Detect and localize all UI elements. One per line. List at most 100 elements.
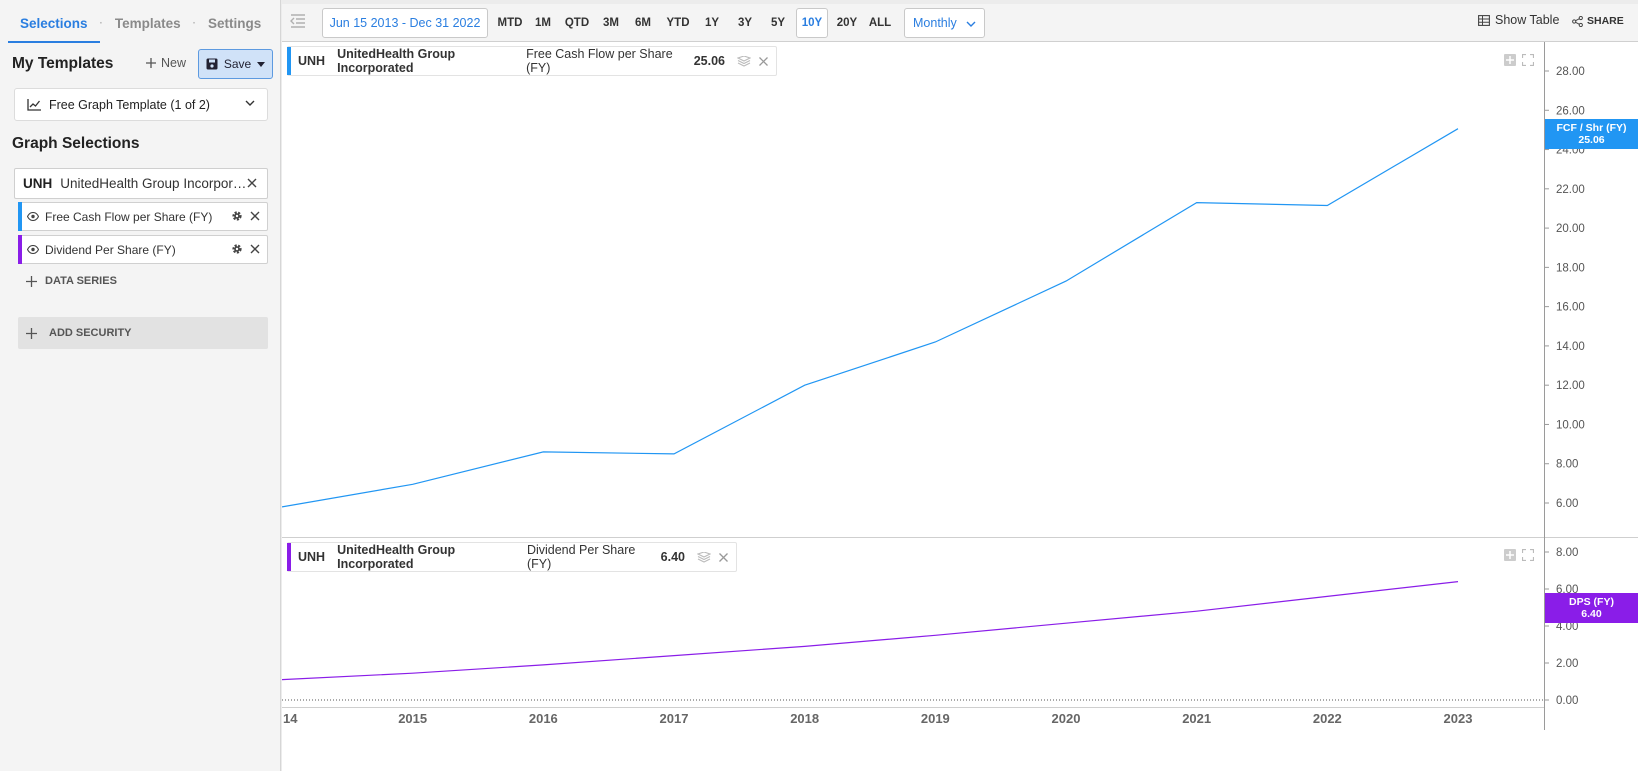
- period-10y[interactable]: 10Y: [796, 8, 828, 38]
- x-tick-label: 2022: [1313, 711, 1342, 726]
- my-templates-heading: My Templates: [12, 55, 114, 72]
- period-ytd[interactable]: YTD: [660, 8, 696, 38]
- frequency-label: Monthly: [913, 16, 957, 30]
- series-label: Dividend Per Share (FY): [45, 242, 176, 257]
- y-tick-label: 8.00: [1556, 547, 1578, 559]
- series-item-fcf[interactable]: Free Cash Flow per Share (FY): [18, 202, 268, 231]
- sidebar-tabs: Selections · Templates · Settings: [8, 4, 278, 43]
- pane-controls: [1504, 54, 1534, 66]
- add-security-button[interactable]: ADD SECURITY: [18, 317, 268, 349]
- show-table-button[interactable]: Show Table: [1478, 13, 1559, 27]
- data-series-label: DATA SERIES: [45, 275, 117, 287]
- series-label: Free Cash Flow per Share (FY): [45, 209, 213, 224]
- share-button[interactable]: SHARE: [1572, 15, 1624, 27]
- remove-series-icon[interactable]: [250, 243, 260, 255]
- x-tick-label: 14: [283, 711, 298, 726]
- x-tick-label: 2018: [790, 711, 819, 726]
- period-20y[interactable]: 20Y: [830, 8, 864, 38]
- value-tag-fcf: FCF / Shr (FY) 25.06: [1545, 119, 1638, 149]
- pane-move-icon[interactable]: [1504, 54, 1516, 66]
- floppy-disk-icon: [206, 58, 218, 70]
- tab-selections[interactable]: Selections: [8, 4, 100, 43]
- remove-security-icon[interactable]: [247, 176, 257, 190]
- chart-area[interactable]: 6.00 8.00 10.00 12.00 14.00 16.00 18.00 20.00 22…: [282, 42, 1638, 771]
- chevron-down-icon: [966, 21, 976, 27]
- plus-icon: [26, 327, 37, 339]
- legend-value: 25.06: [693, 54, 725, 68]
- new-template-label: New: [161, 56, 187, 70]
- y-tick-label: 22.00: [1556, 184, 1585, 196]
- show-table-label: Show Table: [1495, 13, 1560, 27]
- series-line-fcf: [282, 128, 1459, 508]
- new-template-button[interactable]: New: [146, 56, 186, 70]
- pane-move-icon[interactable]: [1504, 549, 1516, 561]
- add-data-series-button[interactable]: DATA SERIES: [26, 275, 117, 287]
- table-icon: [1478, 14, 1490, 26]
- y-tick-label: 8.00: [1556, 459, 1578, 471]
- plus-icon: [26, 275, 37, 287]
- gear-icon[interactable]: [231, 210, 243, 222]
- template-dropdown-label: Free Graph Template (1 of 2): [49, 97, 210, 112]
- y-tick-label: 6.00: [1556, 498, 1578, 510]
- value-tag-dps: DPS (FY) 6.40: [1545, 593, 1638, 623]
- chart-canvas: 6.00 8.00 10.00 12.00 14.00 16.00 18.00 20.00 22…: [282, 42, 1638, 730]
- period-1m[interactable]: 1M: [528, 8, 558, 38]
- template-dropdown[interactable]: Free Graph Template (1 of 2): [14, 88, 268, 121]
- close-icon[interactable]: [719, 552, 728, 562]
- legend-ticker: UNH: [298, 54, 326, 68]
- share-icon: [1572, 15, 1583, 27]
- period-mtd[interactable]: MTD: [492, 8, 528, 38]
- y-tick-label: 20.00: [1556, 223, 1585, 235]
- legend-color-bar: [287, 47, 291, 75]
- tab-templates[interactable]: Templates: [103, 4, 193, 43]
- legend-company: UnitedHealth Group Incorporated: [337, 543, 456, 571]
- x-tick-label: 2017: [660, 711, 689, 726]
- frequency-dropdown[interactable]: Monthly: [904, 8, 985, 38]
- series-color-bar: [18, 235, 22, 264]
- period-qtd[interactable]: QTD: [558, 8, 596, 38]
- period-all[interactable]: ALL: [864, 8, 896, 38]
- toolbar: Jun 15 2013 - Dec 31 2022 MTD 1M QTD 3M …: [282, 4, 1638, 42]
- close-icon[interactable]: [759, 56, 768, 66]
- security-name: UnitedHealth Group Incorporated: [60, 176, 251, 191]
- layers-icon[interactable]: [697, 551, 711, 563]
- plus-icon: [146, 58, 156, 68]
- gear-icon[interactable]: [231, 243, 243, 255]
- graph-selections-heading: Graph Selections: [12, 135, 140, 152]
- eye-icon[interactable]: [27, 245, 39, 254]
- period-3y[interactable]: 3Y: [728, 8, 762, 38]
- x-tick-label: 2019: [921, 711, 950, 726]
- legend-ticker: UNH: [298, 550, 326, 564]
- layers-icon[interactable]: [737, 55, 751, 67]
- y-tick-label: 2.00: [1556, 658, 1578, 670]
- remove-series-icon[interactable]: [250, 210, 260, 222]
- security-selector[interactable]: UNH UnitedHealth Group Incorporated: [14, 168, 268, 199]
- line-chart-icon: [27, 98, 41, 111]
- pane-legend-fcf: UNH UnitedHealth Group Incorporated Free…: [287, 46, 777, 76]
- collapse-sidebar-icon[interactable]: [290, 13, 306, 29]
- save-label: Save: [223, 57, 252, 71]
- share-label: SHARE: [1587, 15, 1624, 27]
- security-ticker: UNH: [23, 176, 53, 191]
- legend-company: UnitedHealth Group Incorporated: [337, 47, 456, 75]
- y-tick-label: 26.00: [1556, 105, 1585, 117]
- period-5y[interactable]: 5Y: [762, 8, 794, 38]
- tab-settings[interactable]: Settings: [196, 4, 273, 43]
- legend-value: 6.40: [660, 550, 685, 564]
- value-tag-label: FCF / Shr (FY): [1556, 122, 1627, 134]
- period-1y[interactable]: 1Y: [696, 8, 728, 38]
- series-color-bar: [18, 202, 22, 231]
- value-tag-value: 25.06: [1578, 134, 1605, 146]
- expand-icon[interactable]: [1522, 54, 1534, 66]
- save-button[interactable]: Save: [198, 49, 273, 79]
- pane-legend-dps: UNH UnitedHealth Group Incorporated Divi…: [287, 542, 737, 572]
- date-range-picker[interactable]: Jun 15 2013 - Dec 31 2022: [322, 8, 488, 38]
- period-3m[interactable]: 3M: [596, 8, 626, 38]
- y-tick-label: 12.00: [1556, 380, 1585, 392]
- expand-icon[interactable]: [1522, 549, 1534, 561]
- series-item-dps[interactable]: Dividend Per Share (FY): [18, 235, 268, 264]
- eye-icon[interactable]: [27, 212, 39, 221]
- legend-metric: Free Cash Flow per Share (FY): [526, 47, 673, 75]
- period-6m[interactable]: 6M: [626, 8, 660, 38]
- chevron-down-icon: [245, 100, 255, 106]
